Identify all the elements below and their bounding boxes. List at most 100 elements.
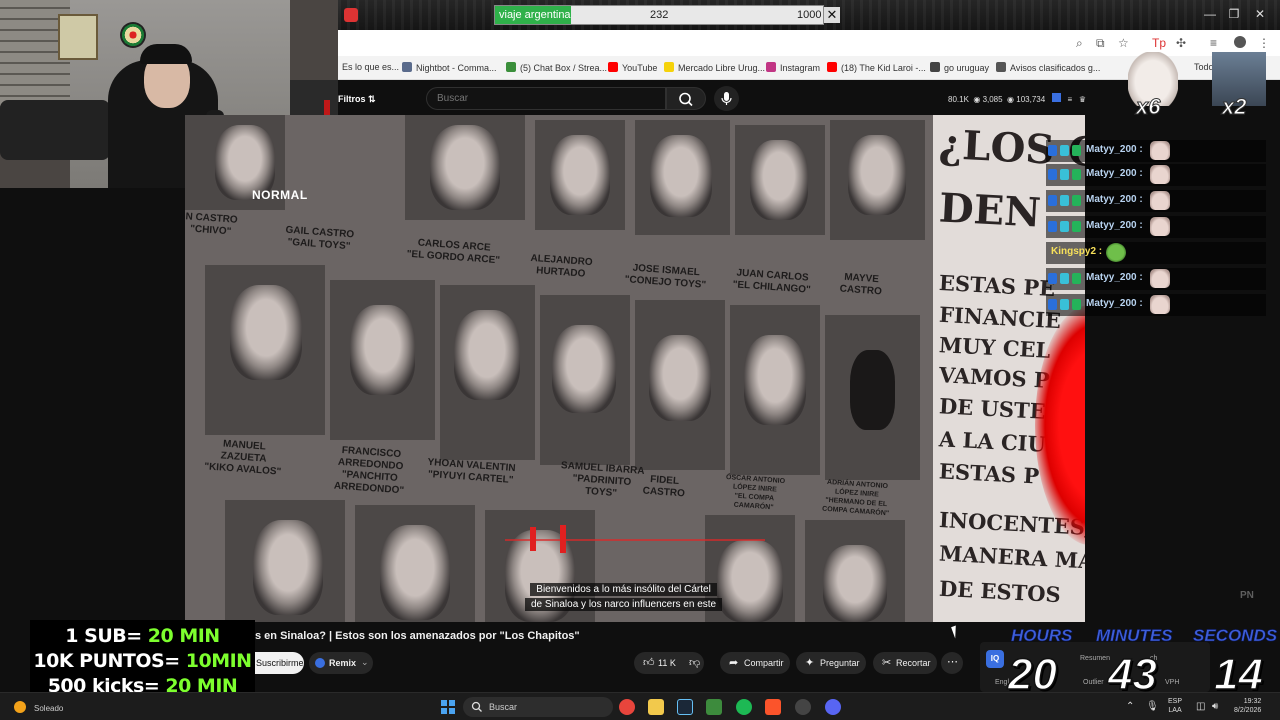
photo-caption: MANUEL ZAZUETA "KIKO AVALOS" [203, 438, 282, 478]
chat-username[interactable]: Matyy_200 : [1086, 144, 1143, 155]
ext-tab[interactable]: VPH [1165, 679, 1179, 686]
chat-overlay: Matyy_200 : Matyy_200 : Matyy_200 : Maty… [1046, 140, 1268, 320]
poster-line: ESTAS PE [938, 269, 1056, 302]
bookmark[interactable]: Avisos clasificados g... [996, 62, 1100, 73]
obs-app-icon[interactable] [795, 699, 811, 715]
bookmark[interactable]: YouTube [608, 62, 657, 73]
subtitle-line: Bienvenidos a lo más insólito del Cártel [530, 583, 717, 596]
trophy-icon[interactable]: ♛ [1079, 95, 1086, 104]
remix-label: Remix [329, 658, 357, 668]
chat-message: Matyy_200 : [1046, 294, 1266, 316]
install-icon[interactable]: ⧉ [1096, 36, 1105, 51]
discord-app-icon[interactable] [825, 699, 841, 715]
close-window-icon[interactable]: ✕ [1250, 7, 1270, 21]
more-horizontal-icon: ⋯ [947, 656, 958, 668]
video-player[interactable]: N CASTRO "CHIVO" GAIL CASTRO "GAIL TOYS"… [185, 115, 1085, 622]
steam-app-icon[interactable] [677, 699, 693, 715]
filters-button[interactable]: Filtros ⇅ [338, 94, 376, 105]
photo-caption: ÓSCAR ANTONIO LÓPEZ INIRE "EL COMPA CAMA… [725, 473, 786, 512]
chat-message: Matyy_200 : [1046, 140, 1266, 162]
chat-username[interactable]: Matyy_200 : [1086, 220, 1143, 231]
maximize-icon[interactable]: ❐ [1224, 7, 1244, 21]
search-box[interactable] [426, 87, 666, 110]
clip-button[interactable]: ✂ Recortar [873, 652, 937, 674]
photo-caption: ADRIÁN ANTONIO LÓPEZ INIRE "HERMANO DE E… [821, 478, 890, 518]
bookmark[interactable]: Es lo que es... [342, 62, 399, 72]
minimize-icon[interactable]: — [1200, 7, 1220, 21]
minecraft-app-icon[interactable] [706, 699, 722, 715]
bookmark[interactable]: Mercado Libre Urug... [664, 62, 765, 73]
chat-username[interactable]: Matyy_200 : [1086, 194, 1143, 205]
badge-icon [1072, 195, 1081, 206]
photo [355, 505, 475, 622]
zoom-icon[interactable]: ⌕ [1076, 36, 1083, 51]
puzzle-icon[interactable]: ✣ [1176, 36, 1186, 50]
chat-username[interactable]: Matyy_200 : [1086, 272, 1143, 283]
clock[interactable]: 19:32 8/2/2026 [1234, 697, 1261, 715]
thumbs-down-icon[interactable]: 👎︎ [689, 656, 700, 669]
like-count[interactable]: 11 K [658, 658, 676, 668]
bookmark[interactable]: (18) The Kid Laroi -... [827, 62, 926, 73]
chat-message: Matyy_200 : [1046, 216, 1266, 238]
chat-username[interactable]: Matyy_200 : [1086, 298, 1143, 309]
chevron-up-icon[interactable]: ⌃ [1126, 701, 1134, 712]
bookmark[interactable]: go uruguay [930, 62, 989, 73]
bookmark[interactable]: (5) Chat Box / Strea... [506, 62, 607, 73]
ext-tab[interactable]: Resumen [1080, 655, 1110, 662]
badge-icon [1060, 195, 1069, 206]
chat-message: Matyy_200 : [1046, 268, 1266, 290]
search-button[interactable] [666, 87, 706, 110]
folder-app-icon[interactable] [648, 699, 664, 715]
taskbar-search[interactable]: Buscar [463, 697, 613, 717]
language-indicator[interactable]: ESP LAA [1168, 697, 1182, 715]
mic-tray-icon[interactable]: 🎙︎ [1146, 701, 1159, 712]
chrome-app-icon[interactable] [619, 699, 635, 715]
badge-icon [1072, 273, 1081, 284]
photo-caption: FIDEL CASTRO [642, 474, 686, 500]
browser-tab-icon[interactable] [344, 8, 358, 22]
frog-emote-icon [1106, 243, 1126, 262]
volume-icon[interactable]: 🔊︎ [1212, 701, 1218, 712]
bookmark[interactable]: Instagram [766, 62, 820, 73]
remix-button[interactable]: Remix ⌄ [309, 652, 373, 674]
thumbs-up-icon[interactable]: 👍︎ [643, 656, 655, 669]
star-icon[interactable]: ☆ [1118, 36, 1129, 50]
extension-icon[interactable] [1051, 93, 1061, 102]
photo-caption: CARLOS ARCE "EL GORDO ARCE" [406, 237, 501, 267]
watching-stat: 3,085 [982, 95, 1003, 104]
more-icon[interactable]: ⋮ [1258, 36, 1270, 50]
wifi-icon[interactable]: ◫ [1196, 701, 1205, 712]
spotify-app-icon[interactable] [736, 699, 752, 715]
weather-label[interactable]: Soleado [34, 704, 63, 713]
badge-icon [1060, 299, 1069, 310]
extension-icon[interactable]: Tp [1152, 36, 1166, 50]
voice-search-button[interactable] [714, 86, 739, 111]
chat-username[interactable]: Kingspy2 : [1051, 246, 1102, 257]
sun-icon[interactable] [14, 701, 26, 713]
bookmark[interactable]: Todo [1194, 62, 1214, 72]
ask-button[interactable]: ✦ Preguntar [796, 652, 866, 674]
clip-label: Recortar [896, 658, 931, 668]
badge-icon [1072, 221, 1081, 232]
photo [440, 285, 535, 460]
more-actions-button[interactable]: ⋯ [941, 652, 963, 674]
extension-logo[interactable]: IQ [986, 650, 1004, 668]
close-icon[interactable]: ✕ [824, 7, 840, 23]
ext-tab[interactable]: Outlier [1083, 679, 1104, 686]
chat-username[interactable]: Matyy_200 : [1086, 168, 1143, 179]
search-input[interactable] [437, 93, 657, 104]
badge-icon [1060, 145, 1069, 156]
windows-start-icon[interactable] [441, 700, 455, 714]
menu-list-icon[interactable]: ≡ [1210, 36, 1217, 50]
ext-tab[interactable]: Engl [995, 679, 1009, 686]
remix-icon [315, 658, 325, 668]
mic-icon [721, 92, 732, 105]
photo-caption: SAMUEL IBARRA "PADRINITO TOYS" [560, 460, 645, 500]
bookmark[interactable]: Nightbot - Comma... [402, 62, 497, 73]
brave-app-icon[interactable] [765, 699, 781, 715]
profile-avatar[interactable] [1234, 36, 1246, 48]
share-button[interactable]: ➦ Compartir [720, 652, 790, 674]
list-icon[interactable]: ≡ [1068, 95, 1073, 104]
goal-title: viaje argentina [499, 9, 571, 21]
audio-wave-peak [560, 525, 566, 553]
